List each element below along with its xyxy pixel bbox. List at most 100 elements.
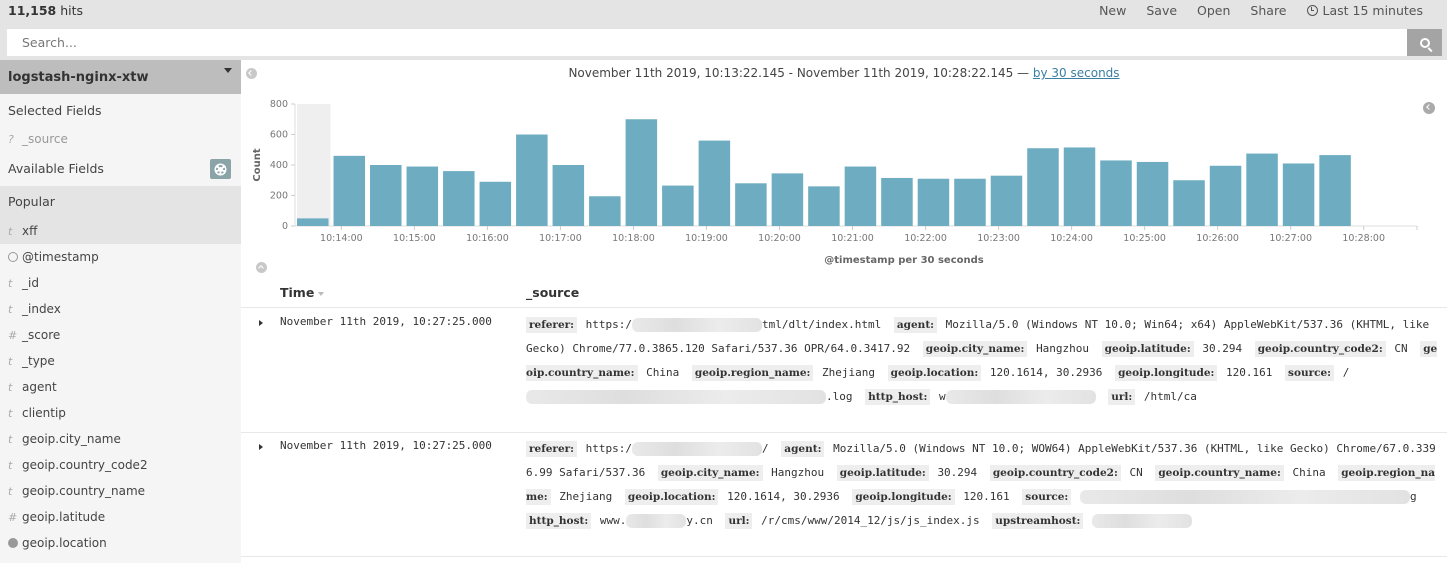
date-type-icon [8,252,18,262]
histogram-bar[interactable] [625,119,658,226]
string-type-icon: t [8,484,13,498]
field-item-geoip-country-name[interactable]: t geoip.country_name [0,478,241,504]
field-list: @timestamp t _id t _index # _score t _type t agent… [0,244,241,556]
x-tick-label: 10:19:00 [685,233,728,244]
histogram-bar[interactable] [771,173,804,226]
histogram-bar[interactable] [552,165,585,226]
string-type-icon: t [8,354,13,368]
histogram-bar[interactable] [1173,180,1205,226]
sort-desc-icon[interactable] [318,291,325,296]
histogram-bar[interactable] [1136,161,1169,226]
field-settings-button[interactable] [210,159,231,179]
doc-table-row: November 11th 2019, 10:27:25.000 referer:… [241,433,1447,557]
histogram-bar[interactable] [1063,147,1096,226]
open-button[interactable]: Open [1197,3,1230,18]
new-button[interactable]: New [1099,3,1126,18]
field-item-id[interactable]: t _id [0,270,241,296]
histogram-bar[interactable] [917,178,950,226]
string-type-icon: t [8,224,13,238]
source-field-value: Hangzhou [771,466,825,479]
histogram-bar[interactable] [1100,160,1132,226]
x-tick-label: 10:23:00 [977,233,1020,244]
field-item-xff[interactable]: t xff [0,218,241,244]
x-tick-label: 10:21:00 [831,233,874,244]
search-input[interactable] [7,29,1407,56]
histogram-bar[interactable] [808,186,840,226]
x-tick-label: 10:16:00 [466,233,509,244]
source-field-value-suffix: g [1409,490,1417,503]
field-item-agent[interactable]: t agent [0,374,241,400]
redacted-value [1092,514,1193,528]
source-column-header: _source [526,285,580,300]
selected-field-source[interactable]: ? _source [0,126,241,152]
hits-label: hits [60,3,84,18]
source-field-value-suffix: / [762,442,769,455]
histogram-bar[interactable] [443,171,475,226]
expand-row-icon[interactable] [259,320,263,326]
source-field-key: geoip.longitude: [1115,365,1218,381]
field-sidebar: logstash-nginx-xtw Selected Fields ? _so… [0,60,241,563]
histogram-bar[interactable] [662,185,694,226]
field-item-geoip-location[interactable]: geoip.location [0,530,241,556]
source-field-key: geoip.location: [624,489,719,505]
index-pattern-selector[interactable]: logstash-nginx-xtw [0,60,241,94]
histogram-bar[interactable] [1282,163,1315,226]
source-field-value: China [1292,466,1326,479]
field-item-timestamp[interactable]: @timestamp [0,244,241,270]
histogram-bar[interactable] [516,134,548,227]
histogram-bar[interactable] [479,181,512,226]
collapse-histogram-icon[interactable] [256,262,267,273]
histogram-bar[interactable] [1209,165,1242,226]
field-item-geoip-latitude[interactable]: # geoip.latitude [0,504,241,530]
row-timestamp: November 11th 2019, 10:27:25.000 [280,315,492,328]
histogram-bar[interactable] [844,166,877,226]
source-field-key: geoip.country_name: [1155,465,1284,481]
histogram-bar[interactable] [297,218,329,226]
y-tick-label: 0 [282,221,288,232]
histogram-bar[interactable] [370,165,402,226]
histogram-bar[interactable] [1027,148,1059,226]
field-item-type[interactable]: t _type [0,348,241,374]
histogram-bar[interactable] [1319,155,1351,226]
source-field-value-suffix: y.cn [686,514,713,527]
source-field-value: w [938,390,946,403]
time-picker-button[interactable]: Last 15 minutes [1306,3,1444,18]
histogram-bar[interactable] [990,175,1023,226]
histogram-bar[interactable] [1246,153,1278,226]
field-name: geoip.country_name [22,484,146,498]
field-name: geoip.latitude [22,510,106,524]
field-name: _id [22,276,39,290]
field-item-geoip-country-code2[interactable]: t geoip.country_code2 [0,452,241,478]
save-button[interactable]: Save [1146,3,1177,18]
field-name: geoip.location [22,536,107,550]
histogram-bar[interactable] [333,155,366,226]
histogram-bar[interactable] [735,183,767,226]
time-column-header[interactable]: Time [280,285,325,300]
field-item-geoip-city-name[interactable]: t geoip.city_name [0,426,241,452]
source-field-key: geoip.longitude: [852,489,955,505]
field-name: _score [22,328,61,342]
histogram-bar[interactable] [954,178,986,226]
expand-row-icon[interactable] [259,444,263,450]
doc-table-row: November 11th 2019, 10:27:25.000 referer:… [241,309,1447,433]
field-item-score[interactable]: # _score [0,322,241,348]
share-button[interactable]: Share [1250,3,1286,18]
field-item-index[interactable]: t _index [0,296,241,322]
interval-link[interactable]: by 30 seconds [1033,66,1120,80]
source-field-value-suffix: tml/dlt/index.html [762,318,882,331]
index-pattern-name: logstash-nginx-xtw [8,69,149,85]
histogram-bar[interactable] [698,140,731,226]
histogram-bar[interactable] [406,166,439,226]
histogram-bar[interactable] [881,177,913,226]
field-item-clientip[interactable]: t clientip [0,400,241,426]
row-timestamp: November 11th 2019, 10:27:25.000 [280,439,492,452]
search-button[interactable] [1407,29,1442,56]
histogram-bar[interactable] [589,196,621,226]
histogram-chart: 0 200 400 600 800 Count 10:14:00 10:15:00 10:16:… [252,99,1418,266]
